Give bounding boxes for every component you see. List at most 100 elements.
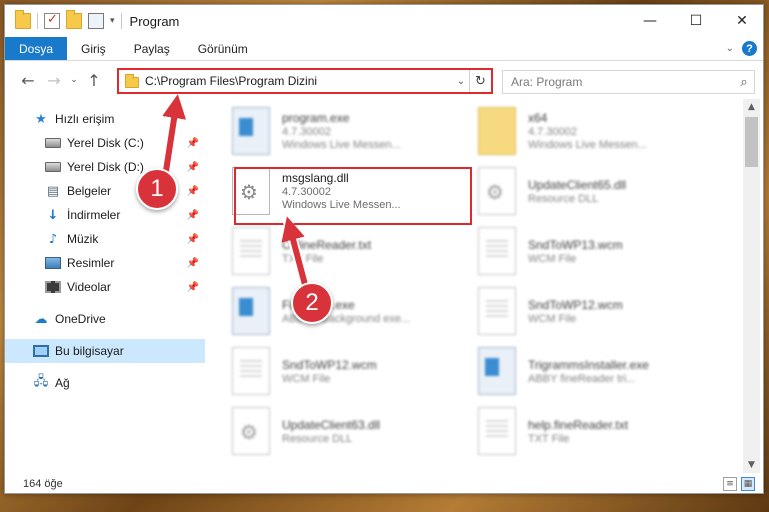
file-tile[interactable]: UpdateClient65.dll Resource DLL	[458, 163, 698, 219]
sidebar-item-quick-access[interactable]: ★ Hızlı erişim	[5, 107, 205, 131]
expand-ribbon-icon[interactable]: ⌄	[726, 43, 734, 54]
text-file-icon	[478, 287, 516, 335]
sidebar-item-network[interactable]: 🖧 Ağ	[5, 371, 205, 395]
file-description: Windows Live Messen...	[528, 139, 647, 151]
pin-icon[interactable]: 📌	[187, 234, 199, 245]
pin-icon[interactable]: 📌	[187, 186, 199, 197]
tab-file[interactable]: Dosya	[5, 37, 68, 60]
separator	[120, 13, 122, 29]
disk-icon	[45, 162, 61, 172]
file-type: TXT File	[528, 432, 570, 445]
file-tile[interactable]: help.fineReader.txt TXT File	[458, 403, 698, 459]
maximize-button[interactable]: ☐	[673, 5, 719, 37]
help-icon[interactable]: ?	[742, 41, 757, 56]
network-icon: 🖧	[33, 374, 49, 389]
explorer-window: ▾ Program — ☐ ✕ Dosya Giriş Paylaş Görün…	[4, 4, 764, 494]
recent-locations-button[interactable]: ⌄	[67, 75, 81, 85]
file-type: WCM File	[528, 252, 577, 265]
file-type: Resource DLL	[528, 192, 599, 205]
videos-icon	[45, 281, 61, 293]
dll-file-icon	[478, 167, 516, 215]
minimize-button[interactable]: —	[627, 5, 673, 37]
file-name: SndToWP12.wcm	[528, 297, 623, 312]
exe-file-icon	[232, 287, 270, 335]
sidebar-item-this-pc[interactable]: Bu bilgisayar	[5, 339, 205, 363]
computer-icon	[33, 345, 49, 357]
quick-access-toolbar: ▾	[5, 10, 122, 29]
sidebar-item-music[interactable]: ♪ Müzik 📌	[5, 227, 205, 251]
scroll-thumb[interactable]	[745, 117, 758, 167]
pin-icon[interactable]: 📌	[187, 138, 199, 149]
sidebar-item-label: Belgeler	[67, 184, 112, 198]
file-version: 4.7.30002	[528, 126, 577, 138]
text-file-icon	[478, 407, 516, 455]
sidebar-item-onedrive[interactable]: ☁ OneDrive	[5, 307, 205, 331]
file-name: OfflineReader.txt	[282, 237, 372, 252]
sidebar-item-label: Videolar	[67, 280, 111, 294]
file-tile[interactable]: TrigrammsInstaller.exe ABBY fineReader t…	[458, 343, 698, 399]
scroll-down-icon[interactable]: ▼	[743, 457, 760, 473]
details-view-icon[interactable]: ≡	[723, 477, 737, 491]
tiles-view-icon[interactable]: ▦	[741, 477, 755, 491]
sidebar-item-videos[interactable]: Videolar 📌	[5, 275, 205, 299]
pin-icon[interactable]: 📌	[187, 210, 199, 221]
vertical-scrollbar[interactable]: ▲ ▼	[743, 99, 760, 473]
customize-toolbar-icon[interactable]: ▾	[110, 16, 115, 26]
file-name: SndToWP13.wcm	[528, 237, 623, 252]
forward-button[interactable]: →	[41, 71, 67, 90]
pin-icon[interactable]: 📌	[187, 162, 199, 173]
text-file-icon	[478, 227, 516, 275]
sidebar-item-local-disk-d[interactable]: Yerel Disk (D:) 📌	[5, 155, 205, 179]
address-path[interactable]: C:\Program Files\Program Dizini	[145, 74, 453, 88]
sidebar-item-local-disk-c[interactable]: Yerel Disk (C:) 📌	[5, 131, 205, 155]
back-button[interactable]: ←	[15, 71, 41, 90]
onedrive-icon: ☁	[34, 311, 48, 327]
tab-home[interactable]: Giriş	[67, 37, 120, 60]
search-icon[interactable]: ⌕	[734, 75, 754, 90]
file-tile[interactable]: x64 4.7.30002 Windows Live Messen...	[458, 103, 698, 159]
properties-icon[interactable]	[88, 13, 104, 29]
file-tile[interactable]: OfflineReader.txt TXT File	[212, 223, 452, 279]
separator	[37, 13, 38, 29]
pin-icon[interactable]: 📌	[187, 258, 199, 269]
tab-view[interactable]: Görünüm	[184, 37, 262, 60]
file-list: program.exe 4.7.30002 Windows Live Messe…	[212, 99, 738, 471]
file-tile[interactable]: UpdateClient63.dll Resource DLL	[212, 403, 452, 459]
scroll-up-icon[interactable]: ▲	[743, 99, 760, 115]
tab-share[interactable]: Paylaş	[120, 37, 184, 60]
disk-icon	[45, 138, 61, 148]
file-type: ABBY fineReader tri...	[528, 372, 636, 385]
sidebar-item-label: OneDrive	[55, 312, 106, 326]
navigation-pane: ★ Hızlı erişim Yerel Disk (C:) 📌 Yerel D…	[5, 99, 205, 471]
file-tile[interactable]: SndToWP13.wcm WCM File	[458, 223, 698, 279]
window-controls: — ☐ ✕	[627, 5, 763, 37]
address-dropdown-icon[interactable]: ⌄	[453, 76, 469, 87]
file-type: TXT File	[282, 252, 324, 265]
address-bar[interactable]: C:\Program Files\Program Dizini ⌄ ↻	[117, 68, 493, 94]
file-tile[interactable]: program.exe 4.7.30002 Windows Live Messe…	[212, 103, 452, 159]
search-box[interactable]: ⌕	[502, 70, 755, 94]
sidebar-item-label: Müzik	[67, 232, 99, 246]
new-folder-icon[interactable]	[66, 10, 82, 29]
properties-check-icon[interactable]	[44, 12, 60, 29]
search-input[interactable]	[503, 75, 734, 89]
up-button[interactable]: ↑	[81, 71, 107, 90]
refresh-button[interactable]: ↻	[469, 70, 491, 92]
sidebar-item-label: Bu bilgisayar	[55, 344, 124, 358]
step-marker-1: 1	[136, 168, 178, 210]
pin-icon[interactable]: 📌	[187, 282, 199, 293]
download-icon: ↓	[47, 207, 59, 223]
file-tile[interactable]: SndToWP12.wcm WCM File	[212, 343, 452, 399]
sidebar-item-pictures[interactable]: Resimler 📌	[5, 251, 205, 275]
ribbon-right: ⌄ ?	[726, 37, 763, 60]
exe-file-icon	[232, 107, 270, 155]
sidebar-item-label: Resimler	[67, 256, 115, 270]
sidebar-item-downloads[interactable]: ↓ İndirmeler 📌	[5, 203, 205, 227]
folder-icon	[478, 107, 516, 155]
file-tile[interactable]: FineExec.exe ABBYY Background exe...	[212, 283, 452, 339]
music-icon: ♪	[48, 231, 58, 247]
file-tile[interactable]: SndToWP12.wcm WCM File	[458, 283, 698, 339]
folder-icon	[15, 10, 31, 29]
close-button[interactable]: ✕	[719, 5, 763, 37]
text-file-icon	[232, 227, 270, 275]
